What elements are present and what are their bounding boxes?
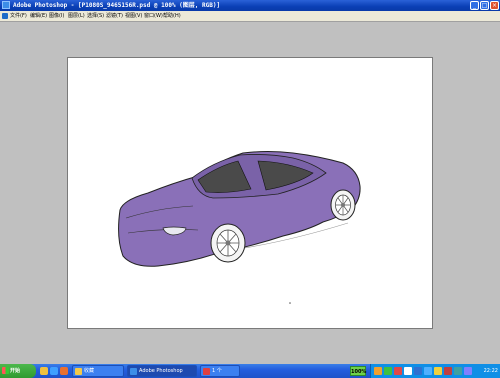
tray-icon[interactable]	[434, 367, 442, 375]
document-canvas[interactable]	[67, 57, 433, 329]
taskbar-item-group[interactable]: 1 个	[200, 365, 240, 377]
menu-select[interactable]: 选择(S)	[87, 11, 104, 21]
folder-icon	[75, 368, 82, 375]
menu-filter[interactable]: 滤镜(T)	[106, 11, 123, 21]
title-bar: Adobe Photoshop - [P1080S_9465156R.psd @…	[0, 0, 500, 11]
clock: 22:22	[483, 368, 498, 374]
menu-file[interactable]: 文件(F)	[10, 11, 27, 21]
quicklaunch-icon[interactable]	[50, 367, 58, 375]
taskbar-item-photoshop[interactable]: Adobe Photoshop	[127, 365, 197, 377]
menu-image[interactable]: 图像(I)	[49, 11, 64, 21]
quicklaunch-icon[interactable]	[60, 367, 68, 375]
minimize-button[interactable]: _	[470, 1, 479, 10]
window-title: Adobe Photoshop - [P1080S_9465156R.psd @…	[13, 2, 221, 9]
tray-icon[interactable]	[394, 367, 402, 375]
taskbar-item-label: Adobe Photoshop	[139, 368, 183, 374]
menu-bar: 文件(F) 编辑(E) 图像(I) 图层(L) 选择(S) 滤镜(T) 视图(V…	[0, 11, 500, 22]
windows-flag-icon	[2, 367, 9, 374]
tray-icon[interactable]	[464, 367, 472, 375]
menu-window[interactable]: 窗口(W)	[144, 11, 163, 21]
tray-icon[interactable]	[404, 367, 412, 375]
system-tray: 22:22	[370, 364, 500, 378]
start-label: 开始	[10, 368, 21, 374]
tray-icon[interactable]	[424, 367, 432, 375]
zoom-indicator: 100%	[350, 366, 366, 376]
menu-layer[interactable]: 图层(L)	[68, 11, 85, 21]
photoshop-icon	[130, 368, 137, 375]
menu-view[interactable]: 视图(V)	[125, 11, 142, 21]
tray-icon[interactable]	[454, 367, 462, 375]
tray-icon[interactable]	[384, 367, 392, 375]
photoshop-logo-icon	[2, 13, 8, 19]
quicklaunch-icon[interactable]	[40, 367, 48, 375]
menu-help[interactable]: 帮助(H)	[163, 11, 181, 21]
car-illustration	[118, 151, 361, 304]
photoshop-app-icon	[2, 1, 10, 9]
start-button[interactable]: 开始	[0, 364, 36, 378]
menu-edit[interactable]: 编辑(E)	[30, 11, 47, 21]
tray-icon[interactable]	[374, 367, 382, 375]
tray-icon[interactable]	[444, 367, 452, 375]
maximize-button[interactable]: □	[480, 1, 489, 10]
taskbar-item-favorites[interactable]: 收藏	[72, 365, 124, 377]
app-icon	[203, 368, 210, 375]
taskbar-item-label: 1 个	[212, 368, 222, 374]
taskbar: 开始 收藏 Adobe Photoshop 1 个 100% 22:22	[0, 364, 500, 378]
close-button[interactable]: ×	[490, 1, 499, 10]
tray-icon[interactable]	[414, 367, 422, 375]
taskbar-item-label: 收藏	[84, 368, 95, 374]
